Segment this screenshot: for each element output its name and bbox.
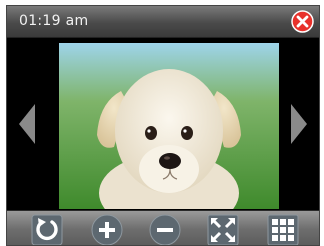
grid-view-button[interactable]: [267, 214, 299, 245]
plus-icon: [91, 214, 123, 245]
next-photo-button[interactable]: [285, 98, 311, 150]
close-icon: [291, 10, 314, 33]
zoom-in-button[interactable]: [91, 214, 123, 245]
left-arrow-icon: [19, 104, 35, 144]
bottom-toolbar: [7, 210, 319, 245]
photo-stage: [7, 38, 319, 210]
zoom-out-button[interactable]: [149, 214, 181, 245]
close-button[interactable]: [291, 10, 314, 33]
clock-time: 01:19 am: [19, 13, 89, 29]
rotate-icon: [31, 214, 63, 245]
grid-icon: [267, 214, 299, 245]
title-bar: 01:19 am: [7, 6, 319, 38]
photo-image[interactable]: [59, 43, 279, 209]
photo-viewer-window: 01:19 am: [6, 5, 320, 246]
fit-screen-icon: [207, 214, 239, 245]
right-arrow-icon: [291, 104, 307, 144]
previous-photo-button[interactable]: [15, 98, 41, 150]
puppy-photo: [59, 43, 279, 209]
minus-icon: [149, 214, 181, 245]
fit-screen-button[interactable]: [207, 214, 239, 245]
rotate-button[interactable]: [31, 214, 63, 245]
